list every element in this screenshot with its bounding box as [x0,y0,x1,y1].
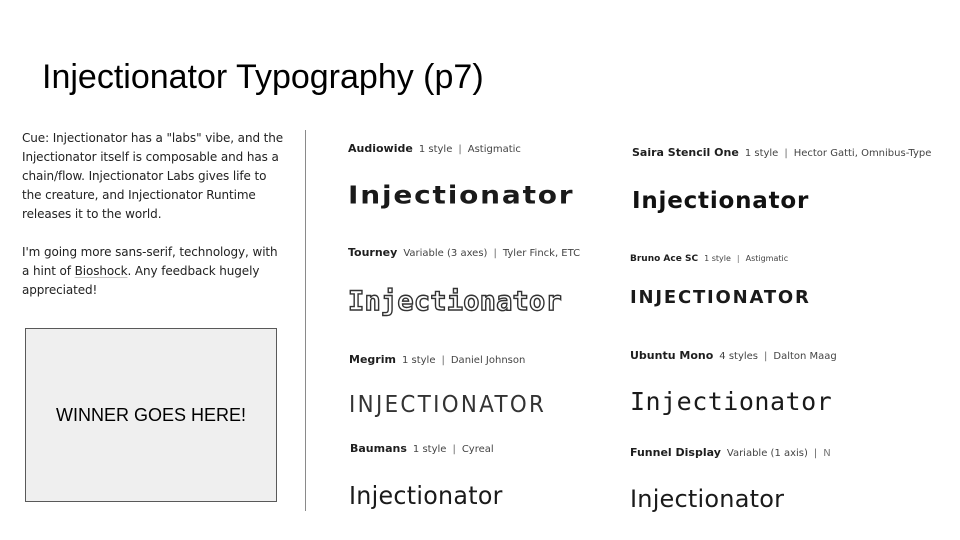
slide-title: Injectionator Typography (p7) [42,58,484,96]
font-meta-tourney: Tourney Variable (3 axes) | Tyler Finck, ET… [348,246,580,259]
font-meta-audiowide: Audiowide 1 style | Astigmatic [348,142,521,155]
font-name[interactable]: Megrim [349,353,396,366]
font-styles: 1 style [412,444,447,455]
font-name[interactable]: Funnel Display [630,446,721,459]
font-name[interactable]: Ubuntu Mono [630,349,713,362]
winner-placeholder-label: WINNER GOES HERE! [55,404,247,425]
font-styles: 1 style [704,254,731,263]
font-styles: 1 style [401,355,436,366]
meta-separator: | [784,148,788,159]
winner-placeholder-box: WINNER GOES HERE! [25,328,277,502]
font-styles: 1 style [744,148,779,159]
column-divider [305,130,306,511]
font-name[interactable]: Baumans [350,442,407,455]
font-sample-audiowide: Injectionator [348,180,575,210]
cue-description: Cue: Injectionator has a "labs" vibe, an… [22,129,284,300]
font-sample-saira-stencil-one: Injectionator [632,188,810,214]
font-name[interactable]: Tourney [348,246,397,259]
font-sample-bruno-ace-sc: Injectionator [630,287,811,308]
font-meta-megrim: Megrim 1 style | Daniel Johnson [349,353,525,366]
font-designer: Astigmatic [745,254,789,263]
meta-separator: | [452,444,456,455]
font-meta-saira-stencil-one: Saira Stencil One 1 style | Hector Gatti, O… [632,146,931,159]
font-designer: Daniel Johnson [450,355,526,366]
font-styles: Variable (3 axes) [403,248,488,259]
bioshock-link[interactable]: Bioshock [75,264,128,278]
cue-paragraph-2: I'm going more sans-serif, technology, w… [22,243,284,300]
font-designer: Hector Gatti, Omnibus-Type [793,148,932,159]
font-sample-megrim: Injectionator [349,392,547,418]
font-sample-funnel-display: Injectionator [630,485,785,513]
meta-separator: | [764,351,768,362]
meta-separator: | [813,448,818,459]
font-styles: 1 style [418,144,453,155]
font-designer: Astigmatic [467,144,521,155]
font-meta-ubuntu-mono: Ubuntu Mono 4 styles | Dalton Maag [630,349,837,362]
meta-separator: | [493,248,497,259]
font-name[interactable]: Bruno Ace SC [630,254,698,264]
font-designer: Dalton Maag [773,351,837,362]
font-sample-baumans: Injectionator [349,481,503,510]
font-meta-bruno-ace-sc: Bruno Ace SC 1 style | Astigmatic [630,254,788,264]
font-sample-ubuntu-mono: Injectionator [630,387,833,416]
font-sample-tourney: Injectionator [347,285,562,317]
font-designer: N [823,448,831,459]
font-designer: Tyler Finck, ETC [502,248,581,259]
font-styles: 4 styles [719,351,759,362]
meta-separator: | [736,254,740,263]
meta-separator: | [441,355,445,366]
font-name[interactable]: Audiowide [348,142,413,155]
font-meta-funnel-display: Funnel Display Variable (1 axis) | N [630,446,831,459]
font-name[interactable]: Saira Stencil One [632,146,739,159]
cue-paragraph-1: Cue: Injectionator has a "labs" vibe, an… [22,131,284,221]
font-designer: Cyreal [461,444,494,455]
font-styles: Variable (1 axis) [726,448,808,459]
meta-separator: | [458,144,462,155]
font-meta-baumans: Baumans 1 style | Cyreal [350,442,494,455]
